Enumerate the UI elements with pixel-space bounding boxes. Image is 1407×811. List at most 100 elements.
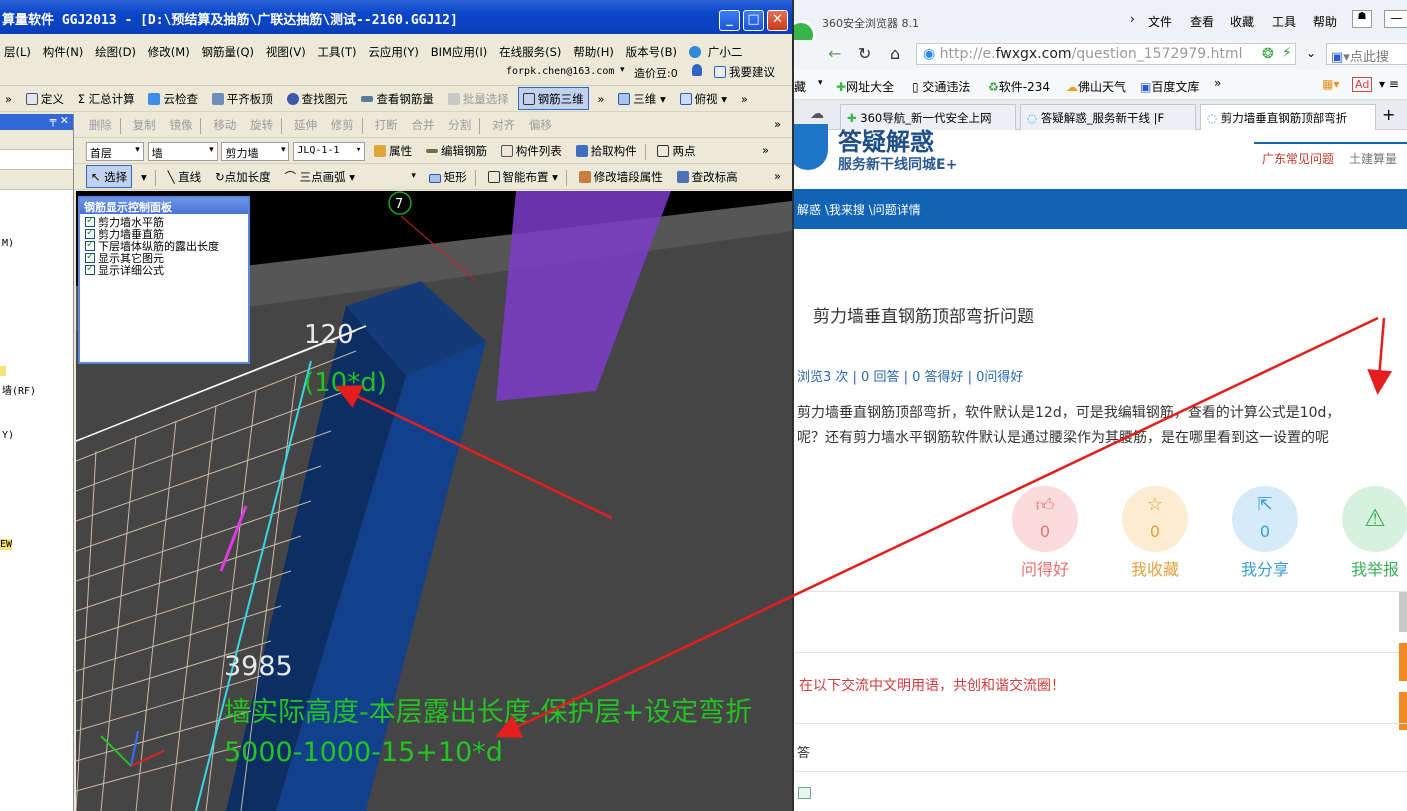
maximize-button[interactable]: □ [743, 10, 764, 31]
side-float-orange-1[interactable] [1399, 643, 1407, 681]
new-tab-button[interactable]: + [1382, 105, 1395, 124]
url-dropdown-icon[interactable]: ⌄ [1306, 46, 1316, 60]
component-list-button[interactable]: 构件列表 [496, 138, 567, 159]
top-view-button[interactable]: 俯视 ▾ [675, 86, 732, 107]
menu-online-service[interactable]: 在线服务(S) [495, 39, 565, 60]
delete-button[interactable]: 删除 [84, 112, 117, 133]
extend-button[interactable]: 延伸 [289, 112, 322, 133]
site-logo-icon[interactable] [794, 124, 828, 170]
select-dropdown[interactable]: ▾ [136, 165, 152, 184]
arc-options-dropdown[interactable]: ▾ [364, 168, 420, 187]
mirror-button[interactable]: 镜像 [164, 112, 197, 133]
move-button[interactable]: 移动 [208, 112, 241, 133]
rebar-3d-button[interactable]: 钢筋三维 [517, 87, 589, 110]
edit-rebar-button[interactable]: 编辑钢筋 [421, 138, 492, 159]
checkbox-icon[interactable] [85, 263, 95, 275]
menu-tools[interactable]: 工具(T) [314, 39, 361, 60]
three-point-arc-button[interactable]: ⌒ 三点画弧 ▾ [279, 164, 360, 185]
site-logo-title[interactable]: 答疑解惑 [838, 122, 934, 157]
edit-toolbar-overflow[interactable]: » [769, 112, 786, 131]
tree-item-2[interactable]: 墙(RF) [2, 382, 36, 397]
panel-pin-close[interactable]: ╤ ✕ [50, 114, 69, 127]
align-button[interactable]: 对齐 [487, 112, 520, 133]
rotate-button[interactable]: 旋转 [245, 112, 278, 133]
menu-floor[interactable]: 层(L) [0, 39, 35, 60]
split-button[interactable]: 分割 [443, 112, 476, 133]
turbo-icon[interactable]: ⚡ [1282, 45, 1292, 61]
cloud-check-button[interactable]: 云检查 [143, 86, 203, 107]
line-button[interactable]: ╲ 直线 [163, 164, 207, 185]
browser-menu-view[interactable]: 查看 [1190, 13, 1214, 30]
category-select[interactable]: 墙 ▾ [147, 142, 218, 161]
menu-component[interactable]: 构件(N) [39, 39, 88, 60]
stat-report[interactable]: ⚠ 我举报 [1340, 486, 1407, 580]
menu-view[interactable]: 视图(V) [262, 39, 310, 60]
bookmark-favorites[interactable]: 藏 [794, 78, 806, 95]
draw-toolbar-overflow[interactable]: » [769, 164, 786, 183]
tab-question[interactable]: ◌ 剪力墙垂直钢筋顶部弯折 [1200, 104, 1376, 131]
floor-select[interactable]: 首层 ▾ [85, 142, 144, 161]
more-icon[interactable]: ▾ ≡ [1379, 77, 1399, 91]
home-icon[interactable]: ⌂ [890, 44, 900, 63]
summary-calc-button[interactable]: Σ 汇总计算 [73, 86, 140, 107]
tree-item-3[interactable]: Y) [2, 430, 14, 441]
app-title-bar[interactable]: 算量软件 GGJ2013 - [D:\预结算及抽筋\广联达抽筋\测试--2160… [0, 0, 792, 34]
batch-select-button[interactable]: 批量选择 [443, 86, 514, 107]
menu-modify[interactable]: 修改(M) [144, 39, 194, 60]
3d-view-button[interactable]: 三维 ▾ [613, 86, 670, 107]
define-button[interactable]: 定义 [21, 86, 69, 107]
browser-menu-help[interactable]: 帮助 [1313, 13, 1337, 30]
tree-item-1[interactable]: M) [2, 238, 14, 249]
bookmark-favorites-arrow[interactable]: ▾ [818, 78, 823, 88]
search-input[interactable]: ▣▾点此搜 [1326, 43, 1407, 65]
ad-block-icon[interactable]: Ad [1352, 77, 1373, 92]
bookmark-weather[interactable]: ☁佛山天气 [1066, 78, 1126, 95]
minimize-button[interactable]: _ [719, 10, 740, 31]
view-rebar-quantity-button[interactable]: 查看钢筋量 [356, 86, 439, 107]
check-elevation-button[interactable]: 查改标高 [672, 164, 743, 185]
point-length-button[interactable]: ↻点加长度 [210, 164, 276, 185]
bookmark-wenku[interactable]: ▣百度文库 [1140, 78, 1199, 95]
close-button[interactable]: ✕ [767, 10, 788, 31]
two-point-button[interactable]: 两点 [652, 138, 700, 159]
account-dropdown-icon[interactable]: ▾ [620, 65, 625, 75]
pick-component-button[interactable]: 拾取构件 [571, 138, 642, 159]
toolbar-overflow-mid[interactable]: » [592, 87, 609, 106]
breadcrumb[interactable]: 解惑 \我来搜 \问题详情 [797, 203, 921, 217]
menu-cloud[interactable]: 云应用(Y) [364, 39, 423, 60]
smart-layout-button[interactable]: 智能布置 ▾ [483, 164, 563, 185]
panel-header[interactable]: ╤ ✕ [0, 114, 73, 130]
component-toolbar-overflow[interactable]: » [757, 138, 774, 157]
tree-item-4[interactable]: EW [0, 539, 13, 550]
side-float-orange-2[interactable] [1399, 692, 1407, 730]
nav-link-guangdong[interactable]: 广东常见问题 [1262, 150, 1334, 167]
side-float-grey[interactable] [1399, 592, 1407, 632]
select-button[interactable]: ↖ 选择 [85, 165, 133, 188]
rectangle-button[interactable]: 矩形 [424, 164, 472, 185]
bookmark-traffic[interactable]: ▯ 交通违法 [912, 78, 970, 95]
browser-minimize-button[interactable]: — [1384, 10, 1407, 28]
url-input[interactable]: ◉ http://e.fwxgx.com/question_1572979.ht… [916, 43, 1296, 65]
break-button[interactable]: 打断 [370, 112, 403, 133]
type-select[interactable]: 剪力墙 ▾ [221, 142, 290, 161]
checkbox-icon[interactable] [85, 239, 95, 251]
bookmark-software[interactable]: ♻软件-234 [988, 78, 1050, 95]
find-element-button[interactable]: 查找图元 [282, 86, 353, 107]
menu-help[interactable]: 帮助(H) [569, 39, 618, 60]
trim-button[interactable]: 修剪 [326, 112, 359, 133]
apps-icon[interactable]: ▦▾ [1322, 77, 1339, 91]
bell-icon[interactable] [692, 64, 702, 76]
back-icon[interactable]: ← [828, 44, 841, 63]
cloud-tab-icon[interactable]: ☁ [810, 106, 824, 122]
refresh-icon[interactable]: ↻ [858, 44, 871, 63]
toolbar-overflow-right[interactable]: » [736, 87, 753, 106]
menu-guangxiaoer[interactable]: 广小二 [685, 34, 751, 60]
insert-image-icon[interactable] [798, 787, 811, 799]
browser-menu-favorites[interactable]: 收藏 [1230, 13, 1254, 30]
element-select[interactable]: JLQ-1-1 ▾ [293, 142, 366, 161]
properties-button[interactable]: 属性 [369, 138, 417, 159]
menu-rebar-quantity[interactable]: 钢筋量(Q) [198, 39, 259, 60]
checkbox-icon[interactable] [85, 215, 95, 227]
compat-mode-icon[interactable]: ❂ [1262, 46, 1274, 62]
account-email[interactable]: forpk.chen@163.com [506, 66, 614, 77]
